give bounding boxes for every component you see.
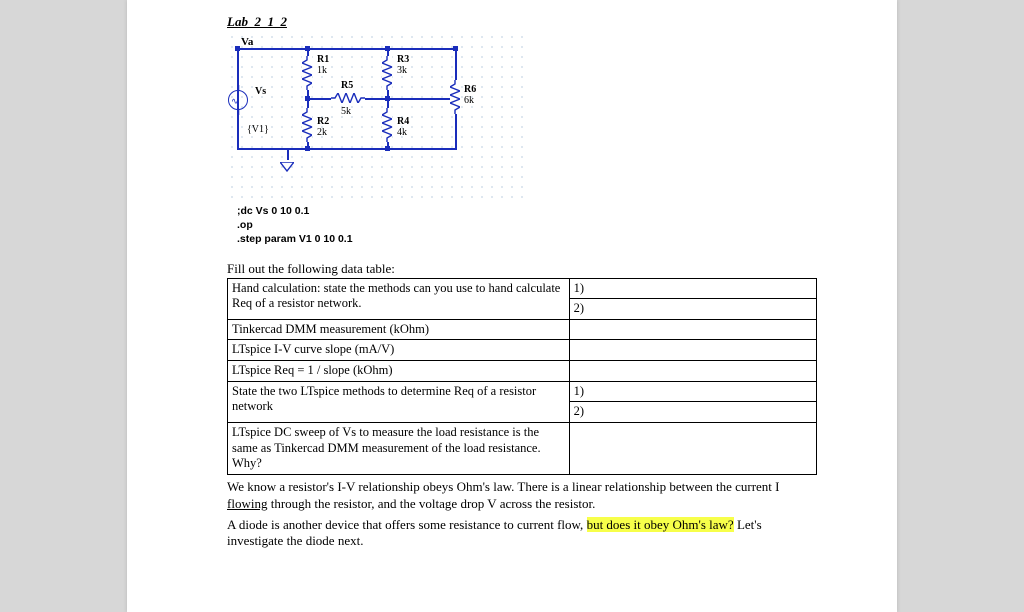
row1-ans1: 1) — [569, 278, 816, 299]
directive-dc: ;dc Vs 0 10 0.1 — [237, 204, 817, 218]
resistor-r1 — [302, 56, 312, 90]
row1-ans2: 2) — [569, 299, 816, 320]
row2-label: Tinkercad DMM measurement (kOhm) — [228, 319, 570, 340]
row6-label: LTspice DC sweep of Vs to measure the lo… — [228, 422, 570, 474]
r2-label: R2 — [317, 116, 329, 127]
directive-op: .op — [237, 218, 817, 232]
r3-label: R3 — [397, 54, 409, 65]
row5-ans2: 2) — [569, 402, 816, 423]
ltspice-schematic: Va ∿ Vs {V1} R11k — [227, 32, 527, 202]
r2-value: 2k — [317, 127, 327, 138]
ground-symbol — [280, 160, 294, 172]
resistor-r2 — [302, 108, 312, 142]
row1-label: Hand calculation: state the methods can … — [228, 278, 570, 319]
node-label: Va — [241, 36, 253, 48]
paragraph-1: We know a resistor's I-V relationship ob… — [227, 479, 817, 513]
row2-ans — [569, 319, 816, 340]
vs-value: {V1} — [247, 124, 269, 135]
r1-label: R1 — [317, 54, 329, 65]
voltage-source: ∿ — [228, 90, 248, 110]
r5-label: R5 — [341, 80, 353, 91]
directive-step: .step param V1 0 10 0.1 — [237, 232, 817, 246]
resistor-r5 — [331, 93, 365, 103]
resistor-r6 — [450, 80, 460, 114]
r4-label: R4 — [397, 116, 409, 127]
r4-value: 4k — [397, 127, 407, 138]
spice-directives: ;dc Vs 0 10 0.1 .op .step param V1 0 10 … — [237, 204, 817, 247]
r3-value: 3k — [397, 65, 407, 76]
r5-value: 5k — [341, 106, 351, 117]
vs-label: Vs — [255, 86, 266, 97]
highlight: but does it obey Ohm's law? — [587, 517, 734, 532]
row5-label: State the two LTspice methods to determi… — [228, 381, 570, 422]
r6-label: R6 — [464, 84, 476, 95]
data-table: Hand calculation: state the methods can … — [227, 278, 817, 475]
resistor-r4 — [382, 108, 392, 142]
table-prompt: Fill out the following data table: — [227, 261, 817, 277]
row4-label: LTspice Req = 1 / slope (kOhm) — [228, 361, 570, 382]
row3-ans — [569, 340, 816, 361]
lab-title: Lab_2_1_2 — [227, 14, 817, 30]
row3-label: LTspice I-V curve slope (mA/V) — [228, 340, 570, 361]
paragraph-2: A diode is another device that offers so… — [227, 517, 817, 551]
r1-value: 1k — [317, 65, 327, 76]
r6-value: 6k — [464, 95, 474, 106]
document-page: Lab_2_1_2 Va ∿ Vs {V1} R11k — [127, 0, 897, 612]
row4-ans — [569, 361, 816, 382]
row5-ans1: 1) — [569, 381, 816, 402]
row6-ans — [569, 422, 816, 474]
resistor-r3 — [382, 56, 392, 90]
